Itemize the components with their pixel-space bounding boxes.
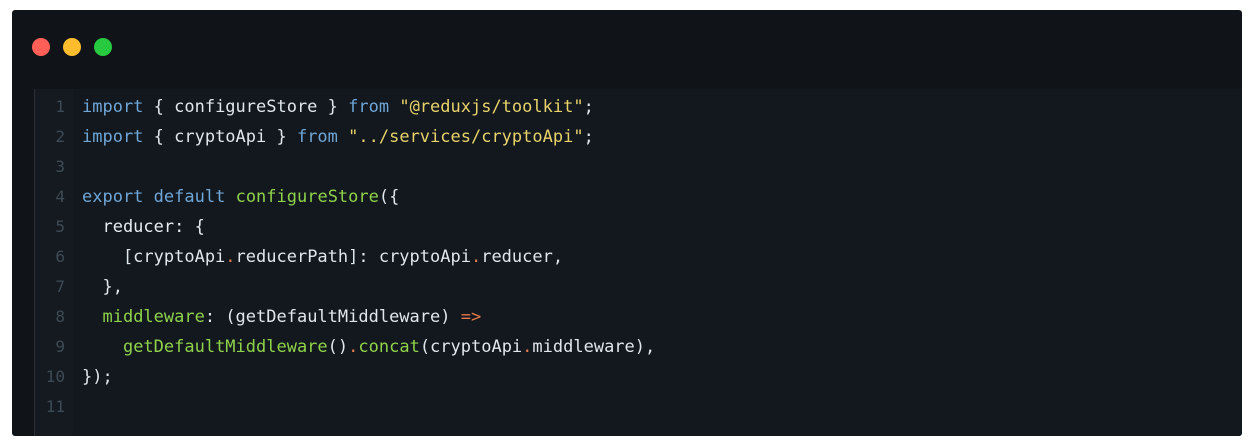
code-token: middleware (102, 307, 205, 327)
code-line: 7 }, (35, 272, 1242, 302)
code-token: from (348, 97, 390, 117)
code-text: [cryptoApi.reducerPath]: cryptoApi.reduc… (82, 242, 563, 272)
code-line: 8 middleware: (getDefaultMiddleware) => (35, 302, 1242, 332)
code-token: from (296, 127, 338, 147)
line-number: 6 (55, 247, 65, 266)
code-token: ; (583, 97, 594, 117)
code-line: 9 getDefaultMiddleware().concat(cryptoAp… (35, 332, 1242, 362)
line-number: 10 (45, 367, 65, 386)
code-token: () (327, 337, 349, 357)
code-token: { cryptoApi } (143, 127, 297, 147)
code-token: [cryptoApi (82, 247, 226, 267)
line-number: 7 (55, 277, 65, 296)
line-number: 2 (55, 127, 65, 146)
code-token: "@reduxjs/toolkit" (399, 97, 584, 117)
window-titlebar (12, 10, 1242, 70)
code-line: 5 reducer: { (35, 212, 1242, 242)
code-line: 2 import { cryptoApi } from "../services/… (35, 122, 1242, 152)
line-number: 3 (55, 157, 65, 176)
code-token: . (348, 337, 359, 357)
code-token: . (522, 337, 533, 357)
code-text: import { cryptoApi } from "../services/c… (82, 122, 594, 152)
close-button[interactable] (32, 38, 50, 56)
code-token: export (82, 187, 144, 207)
code-token: }); (82, 367, 113, 387)
code-token: => (460, 307, 482, 327)
code-token: (cryptoApi (419, 337, 523, 357)
line-number: 1 (55, 97, 65, 116)
code-token: import (82, 127, 144, 147)
code-editor: 1 import { configureStore } from "@reduxj… (34, 89, 1242, 436)
code-token: reducerPath]: cryptoApi (235, 247, 471, 267)
code-token: : (getDefaultMiddleware) (204, 307, 461, 327)
code-text: reducer: { (82, 212, 205, 242)
code-token: reducer: { (82, 217, 205, 237)
code-line: 4 export default configureStore({ (35, 182, 1242, 212)
line-number: 8 (55, 307, 65, 326)
code-token: concat (358, 337, 420, 357)
line-number: 11 (45, 397, 65, 416)
code-text: getDefaultMiddleware().concat(cryptoApi.… (82, 332, 655, 362)
code-token: ; (583, 127, 594, 147)
code-token: . (470, 247, 482, 267)
code-text: middleware: (getDefaultMiddleware) => (82, 302, 481, 332)
minimize-button[interactable] (63, 38, 81, 56)
code-token: getDefaultMiddleware (122, 337, 328, 357)
line-number: 4 (55, 187, 65, 206)
code-line: 3 (35, 152, 1242, 182)
line-number: 9 (55, 337, 65, 356)
code-token: { configureStore } (143, 97, 349, 117)
code-token: middleware), (532, 337, 656, 357)
code-text: }, (82, 272, 123, 302)
code-token: default (153, 187, 226, 207)
code-token: import (82, 97, 144, 117)
code-token: . (225, 247, 236, 267)
code-line: 10}); (35, 362, 1242, 392)
code-window: 1 import { configureStore } from "@reduxj… (12, 10, 1242, 436)
code-token: reducer, (481, 247, 564, 267)
code-token: "../services/cryptoApi" (348, 127, 584, 147)
code-text: export default configureStore({ (82, 182, 399, 212)
code-text: import { configureStore } from "@reduxjs… (82, 92, 594, 122)
code-line: 1 import { configureStore } from "@reduxj… (35, 92, 1242, 122)
code-text: }); (82, 362, 113, 392)
code-line: 11 (35, 392, 1242, 422)
line-number: 5 (55, 217, 65, 236)
code-token: ({ (378, 187, 400, 207)
code-line: 6 [cryptoApi.reducerPath]: cryptoApi.red… (35, 242, 1242, 272)
code-token: }, (82, 277, 123, 297)
maximize-button[interactable] (94, 38, 112, 56)
code-token: configureStore (235, 187, 379, 207)
